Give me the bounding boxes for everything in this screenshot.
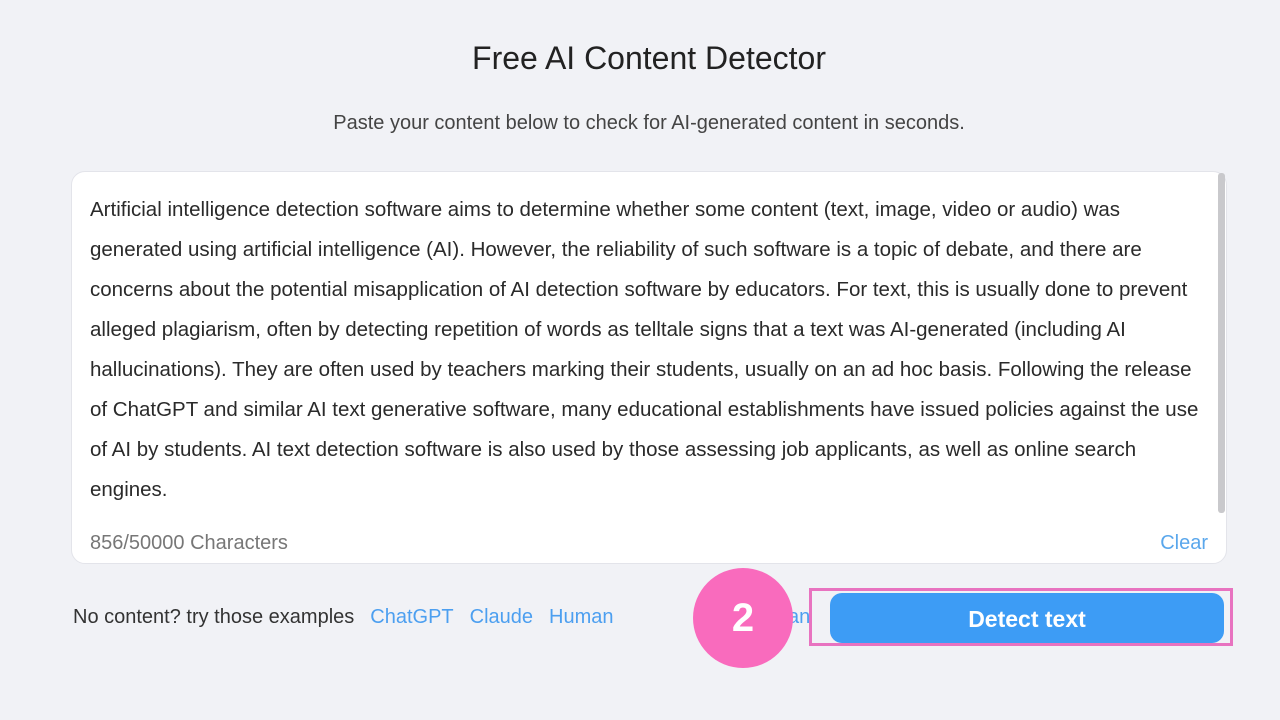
detect-text-button[interactable]: Detect text (830, 593, 1224, 643)
example-link-chatgpt[interactable]: ChatGPT (370, 606, 453, 628)
character-count: 856/50000 Characters (90, 532, 288, 554)
text-content[interactable]: Artificial intelligence detection softwa… (90, 190, 1205, 510)
text-input-area[interactable]: Artificial intelligence detection softwa… (71, 171, 1227, 564)
page-title: Free AI Content Detector (472, 40, 826, 76)
examples-prompt: No content? try those examples (73, 606, 355, 628)
example-link-human[interactable]: Human (549, 606, 613, 628)
scrollbar[interactable] (1218, 173, 1225, 513)
page-subtitle: Paste your content below to check for AI… (333, 112, 965, 134)
examples-row: No content? try those examples ChatGPT Cla… (73, 606, 614, 629)
clear-button[interactable]: Clear (1160, 532, 1208, 555)
example-link-claude[interactable]: Claude (470, 606, 533, 628)
step-badge: 2 (693, 568, 793, 668)
